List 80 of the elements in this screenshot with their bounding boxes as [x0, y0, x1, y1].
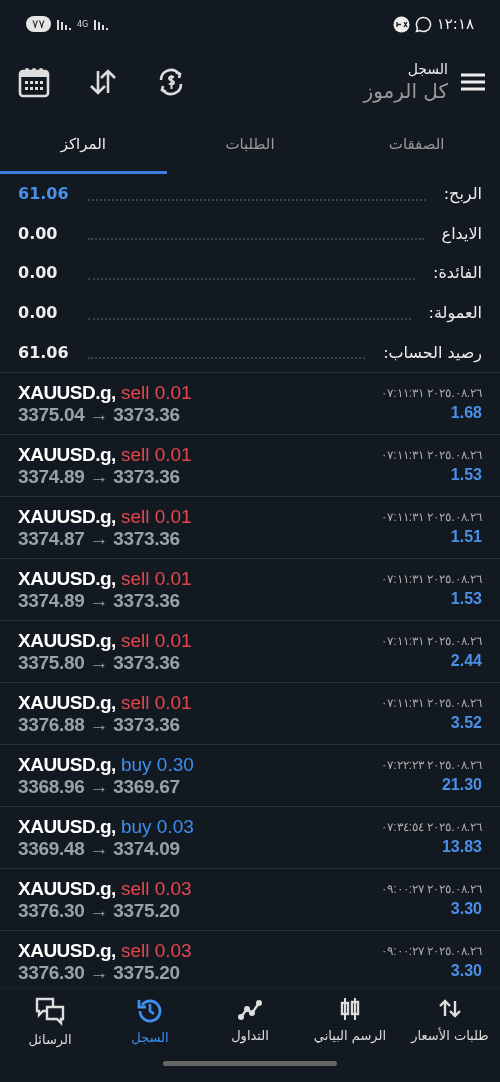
chat-bubble-icon: [414, 15, 432, 33]
trade-symbol: XAUUSD.g,: [18, 939, 116, 962]
signal-icon: [93, 18, 110, 30]
trade-prices: 3374.89 → 3373.36: [18, 465, 181, 488]
trade-symbol: XAUUSD.g,: [18, 691, 116, 714]
trade-order: sell 0.01: [120, 567, 192, 590]
trade-profit: 2.44: [449, 651, 482, 670]
trade-order: sell 0.01: [120, 691, 192, 714]
trade-prices: 3368.96 → 3369.67: [18, 775, 181, 798]
summary-label: الربح:: [443, 184, 482, 204]
symbol-filter[interactable]: كل الرموز: [363, 79, 448, 103]
nav-tab[interactable]: الرسائل: [2, 996, 98, 1047]
trade-profit: 1.53: [449, 589, 482, 608]
clock: ١٢:١٨: [436, 15, 474, 33]
trade-order: buy 0.30: [120, 753, 194, 776]
trade-time: ٢٠٢٥.٠٨.٢٦ ٠٧:١١:٣١: [381, 509, 482, 524]
trade-time: ٢٠٢٥.٠٨.٢٦ ٠٩:٠٠:٢٧: [381, 943, 482, 958]
trade-prices: 3374.89 → 3373.36: [18, 589, 181, 612]
trade-time: ٢٠٢٥.٠٨.٢٦ ٠٧:١١:٣١: [381, 447, 482, 462]
calendar-icon[interactable]: [18, 66, 50, 98]
summary-label: رصيد الحساب:: [383, 342, 482, 362]
trade-symbol: XAUUSD.g,: [18, 877, 116, 900]
trade-time: ٢٠٢٥.٠٨.٢٦ ٠٧:١١:٣١: [381, 633, 482, 648]
summary-label: الفائدة:: [433, 263, 482, 283]
summary-label: العمولة:: [428, 303, 482, 323]
tab[interactable]: الصفقات: [333, 116, 500, 174]
trade-symbol: XAUUSD.g,: [18, 443, 116, 466]
trade-order: sell 0.01: [120, 381, 192, 404]
trade-time: ٢٠٢٥.٠٨.٢٦ ٠٧:٣٤:٥٤: [381, 819, 482, 834]
summary-value: 0.00: [18, 263, 59, 283]
trade-symbol: XAUUSD.g,: [18, 567, 116, 590]
trade-order: sell 0.01: [120, 629, 192, 652]
battery-level: ٧٧: [26, 16, 51, 32]
trade-symbol: XAUUSD.g,: [18, 815, 116, 838]
signal-icon: [55, 18, 72, 30]
nav-tab[interactable]: طلبات الأسعار: [402, 996, 498, 1047]
trade-time: ٢٠٢٥.٠٨.٢٦ ٠٧:١١:٣١: [381, 695, 482, 710]
trade-profit: 1.53: [449, 465, 482, 484]
trade-order: buy 0.03: [120, 815, 194, 838]
nav-tab[interactable]: التداول: [202, 996, 298, 1047]
trade-order: sell 0.01: [120, 505, 192, 528]
summary-label: الايداع: [441, 223, 482, 243]
network-type: 4G: [76, 19, 89, 29]
summary-value: 0.00: [18, 223, 59, 243]
trade-profit: 1.68: [449, 403, 482, 422]
summary-value: 61.06: [18, 342, 70, 362]
sort-arrows-icon[interactable]: [88, 67, 118, 97]
trade-order: sell 0.03: [120, 877, 192, 900]
trade-prices: 3374.87 → 3373.36: [18, 527, 181, 550]
trade-symbol: XAUUSD.g,: [18, 629, 116, 652]
trade-prices: 3375.04 → 3373.36: [18, 403, 181, 426]
trade-order: sell 0.03: [120, 939, 192, 962]
trade-profit: 13.83: [440, 837, 482, 856]
tab[interactable]: الطلبات: [166, 116, 334, 174]
summary-value: 61.06: [18, 184, 70, 204]
nav-tab[interactable]: السجل: [102, 996, 198, 1047]
trade-prices: 3376.30 → 3375.20: [18, 899, 181, 922]
trade-time: ٢٠٢٥.٠٨.٢٦ ٠٧:١١:٣١: [381, 385, 482, 400]
trade-profit: 3.52: [449, 713, 482, 732]
summary-value: 0.00: [18, 303, 59, 323]
trade-prices: 3375.80 → 3373.36: [18, 651, 181, 674]
trade-profit: 1.51: [449, 527, 482, 546]
trade-order: sell 0.01: [120, 443, 192, 466]
trade-symbol: XAUUSD.g,: [18, 381, 116, 404]
trade-symbol: XAUUSD.g,: [18, 753, 116, 776]
trade-profit: 3.30: [449, 961, 482, 980]
chat-icon: [34, 996, 66, 1026]
trade-profit: 21.30: [440, 775, 482, 794]
trade-time: ٢٠٢٥.٠٨.٢٦ ٠٧:٢٢:٢٣: [381, 757, 482, 772]
screen-title: السجل: [406, 61, 448, 77]
trade-symbol: XAUUSD.g,: [18, 505, 116, 528]
trade-prices: 3376.88 → 3373.36: [18, 713, 181, 736]
trade-time: ٢٠٢٥.٠٨.٢٦ ٠٧:١١:٣١: [381, 571, 482, 586]
menu-icon[interactable]: [460, 72, 486, 92]
trade-profit: 3.30: [449, 899, 482, 918]
tab[interactable]: المراكز: [0, 116, 167, 174]
nav-tab[interactable]: الرسم البياني: [302, 996, 398, 1047]
trade-time: ٢٠٢٥.٠٨.٢٦ ٠٩:٠٠:٢٧: [381, 881, 482, 896]
trade-prices: 3369.48 → 3374.09: [18, 837, 181, 860]
trade-prices: 3376.30 → 3375.20: [18, 961, 181, 984]
